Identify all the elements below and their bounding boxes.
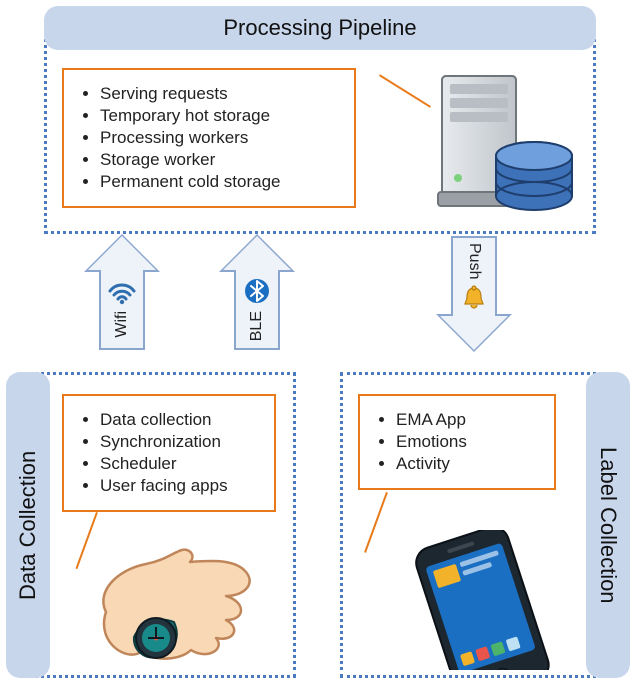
- data-collection-items-box: Data collection Synchronization Schedule…: [62, 394, 276, 512]
- bluetooth-icon: [245, 277, 269, 305]
- notification-bell-icon: [461, 285, 487, 311]
- arrow-head-down: [440, 316, 508, 350]
- list-item: User facing apps: [100, 476, 258, 496]
- data-collection-title-text: Data Collection: [15, 450, 41, 599]
- smartphone-icon: [380, 530, 580, 670]
- arrow-shaft: Push: [451, 236, 497, 316]
- push-arrow-label: Push: [465, 243, 483, 279]
- processing-items-box: Serving requests Temporary hot storage P…: [62, 68, 356, 208]
- label-collection-title: Label Collection: [586, 372, 630, 678]
- arrow-head-up: [88, 236, 156, 270]
- list-item: Temporary hot storage: [100, 106, 338, 126]
- processing-title-text: Processing Pipeline: [223, 15, 416, 41]
- arrow-shaft: BLE: [234, 270, 280, 350]
- list-item: Storage worker: [100, 150, 338, 170]
- list-item: EMA App: [396, 410, 538, 430]
- server-database-icon: [424, 68, 584, 218]
- processing-pipeline-panel: Processing Pipeline Serving requests Tem…: [44, 6, 596, 234]
- list-item: Emotions: [396, 432, 538, 452]
- list-item: Scheduler: [100, 454, 258, 474]
- data-collection-panel: Data Collection Data collection Synchron…: [6, 372, 296, 678]
- ble-arrow: BLE: [223, 236, 291, 350]
- list-item: Data collection: [100, 410, 258, 430]
- push-arrow: Push: [440, 236, 508, 350]
- label-collection-items-box: EMA App Emotions Activity: [358, 394, 556, 490]
- list-item: Synchronization: [100, 432, 258, 452]
- processing-title: Processing Pipeline: [44, 6, 596, 50]
- wifi-icon: [108, 281, 136, 305]
- arrow-head-up: [223, 236, 291, 270]
- arrow-shaft: Wifi: [99, 270, 145, 350]
- list-item: Activity: [396, 454, 538, 474]
- wifi-arrow-label: Wifi: [113, 311, 131, 338]
- smartwatch-on-wrist-icon: [86, 542, 266, 672]
- ble-arrow-label: BLE: [248, 311, 266, 341]
- list-item: Permanent cold storage: [100, 172, 338, 192]
- label-collection-title-text: Label Collection: [595, 447, 621, 604]
- data-collection-title: Data Collection: [6, 372, 50, 678]
- list-item: Serving requests: [100, 84, 338, 104]
- wifi-arrow: Wifi: [88, 236, 156, 350]
- list-item: Processing workers: [100, 128, 338, 148]
- label-collection-panel: Label Collection EMA App Emotions Activi…: [340, 372, 630, 678]
